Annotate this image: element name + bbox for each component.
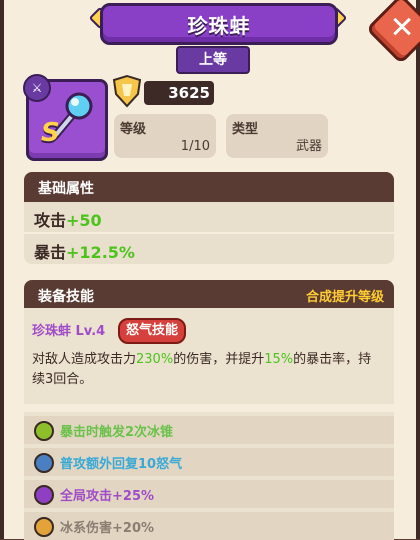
perk-row-1: 暴击时触发2次冰锥	[24, 416, 394, 444]
perk-row-2: 普攻额外回复10怒气	[24, 448, 394, 476]
item-detail-panel: 珍珠蚌 ✕ 上等 ⚔ S 3625 等级 1/10 类型 武器 基础属性 攻击+…	[0, 0, 420, 540]
perk-text-3: 全局攻击+25%	[60, 489, 155, 504]
attr-crit-name: 暴击	[34, 243, 67, 262]
stat-type: 类型 武器	[226, 114, 328, 158]
perk-orb-green-icon	[34, 421, 54, 441]
skill-name: 珍珠蚌 Lv.4	[32, 324, 106, 339]
attr-attack-value: +50	[66, 211, 102, 230]
perk-row-3: 全局攻击+25%	[24, 480, 394, 508]
stat-type-value: 武器	[295, 139, 322, 154]
perk-text-4: 冰系伤害+20%	[60, 521, 155, 536]
stat-level-label: 等级	[120, 122, 147, 137]
grade-letter: S	[41, 118, 60, 148]
equip-skill-header: 装备技能 合成提升等级	[24, 280, 394, 310]
perk-text-1: 暴击时触发2次冰锥	[60, 425, 174, 440]
close-icon: ✕	[389, 10, 415, 46]
rage-skill-badge: 怒气技能	[118, 318, 187, 344]
basic-attributes-title: 基础属性	[38, 181, 94, 197]
attr-crit: 暴击+12.5%	[34, 239, 135, 263]
item-title: 珍珠蚌	[187, 14, 251, 38]
power-value: 3625	[144, 81, 214, 105]
skill-body: 珍珠蚌 Lv.4 怒气技能 对敌人造成攻击力230%的伤害，并提升15%的暴击率…	[24, 308, 394, 404]
merge-upgrade-link[interactable]: 合成提升等级	[306, 286, 384, 305]
rank-badge: 上等	[176, 46, 250, 74]
title-ribbon: 珍珠蚌	[100, 3, 338, 45]
item-icon[interactable]: ⚔ S	[23, 74, 108, 161]
attr-crit-value: +12.5%	[66, 243, 135, 262]
attr-row-attack: 攻击+50	[24, 202, 394, 232]
skill-desc-highlight-1: 230%	[136, 352, 174, 367]
power-icon	[112, 74, 142, 108]
stat-type-label: 类型	[232, 122, 259, 137]
stat-level-value: 1/10	[180, 139, 210, 154]
stat-level: 等级 1/10	[114, 114, 216, 158]
equip-skill-title: 装备技能	[38, 289, 94, 305]
perk-orb-blue-icon	[34, 453, 54, 473]
perk-text-2: 普攻额外回复10怒气	[60, 457, 183, 472]
skill-desc-highlight-2: 15%	[264, 352, 294, 367]
perk-lock-orange-icon	[34, 517, 54, 537]
basic-attributes-header: 基础属性	[24, 172, 394, 202]
perk-row-4: 冰系伤害+20%	[24, 512, 394, 540]
attr-attack: 攻击+50	[34, 207, 102, 231]
skill-desc-part-2: 的伤害，并提升	[173, 352, 265, 367]
attr-attack-name: 攻击	[34, 211, 67, 230]
skill-description: 对敌人造成攻击力230%的伤害，并提升15%的暴击率，持续3回合。	[32, 350, 384, 390]
attr-row-crit: 暴击+12.5%	[24, 234, 394, 264]
close-button[interactable]: ✕	[365, 0, 420, 65]
perk-orb-purple-icon	[34, 485, 54, 505]
perk-list: 暴击时触发2次冰锥 普攻额外回复10怒气 全局攻击+25% 冰系伤害+20%	[24, 412, 394, 540]
weapon-type-icon: ⚔	[23, 74, 51, 102]
skill-desc-part-1: 对敌人造成攻击力	[32, 352, 137, 367]
